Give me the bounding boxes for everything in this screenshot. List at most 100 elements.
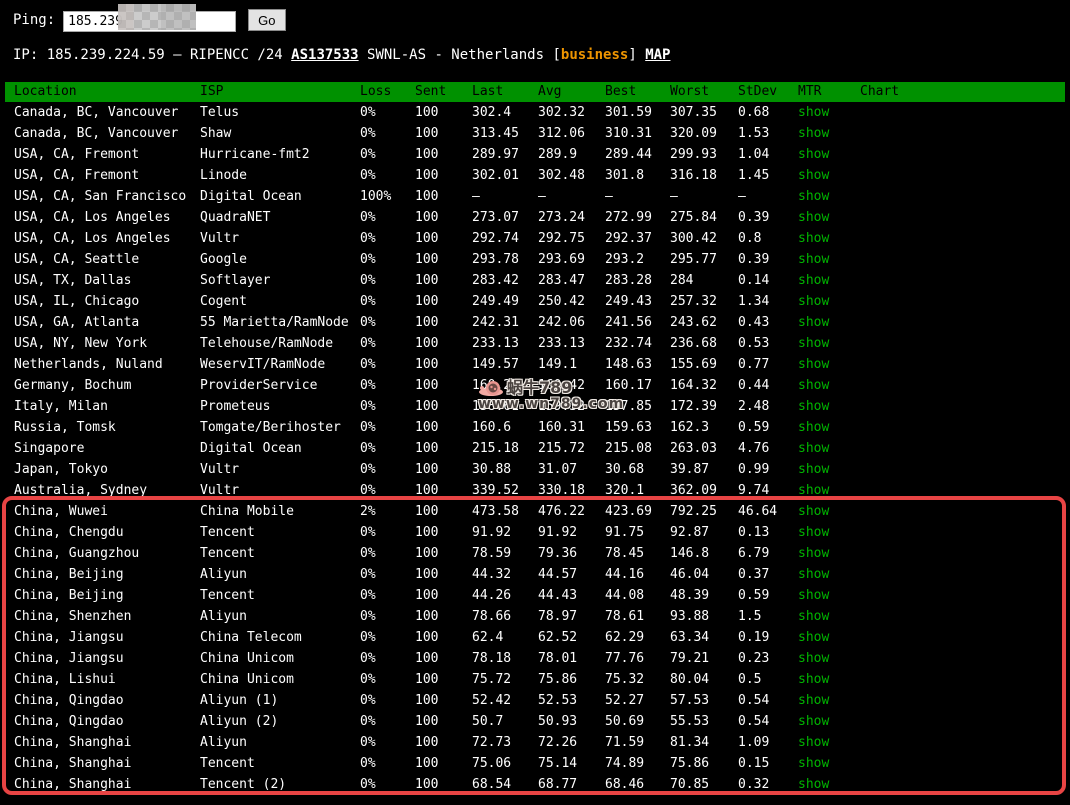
isp-cell: Aliyun (2) xyxy=(200,711,360,732)
last-cell: 75.72 xyxy=(472,669,538,690)
sent-cell: 100 xyxy=(415,585,472,606)
mtr-show-link[interactable]: show xyxy=(798,294,829,309)
isp-cell: Softlayer xyxy=(200,270,360,291)
mtr-show-link[interactable]: show xyxy=(798,525,829,540)
table-row: USA, CA, Seattle Google 0% 100 293.78 29… xyxy=(5,249,1065,270)
header-stdev: StDev xyxy=(738,82,798,102)
mtr-show-link[interactable]: show xyxy=(798,273,829,288)
location-cell: Japan, Tokyo xyxy=(14,459,200,480)
header-isp: ISP xyxy=(200,82,360,102)
mtr-show-link[interactable]: show xyxy=(798,504,829,519)
stdev-cell: 0.59 xyxy=(738,585,798,606)
avg-cell: 68.77 xyxy=(538,774,605,795)
mtr-show-link[interactable]: show xyxy=(798,441,829,456)
worst-cell: 81.34 xyxy=(670,732,738,753)
go-button[interactable]: Go xyxy=(248,9,285,31)
worst-cell: – xyxy=(670,186,738,207)
last-cell: 52.42 xyxy=(472,690,538,711)
table-row: China, Guangzhou Tencent 0% 100 78.59 79… xyxy=(5,543,1065,564)
asn-link[interactable]: AS137533 xyxy=(291,47,358,63)
mtr-show-link[interactable]: show xyxy=(798,672,829,687)
ip-text-middle: SWNL-AS - Netherlands [ xyxy=(359,47,561,63)
sent-cell: 100 xyxy=(415,543,472,564)
worst-cell: 48.39 xyxy=(670,585,738,606)
loss-cell: 0% xyxy=(360,207,415,228)
avg-cell: 302.32 xyxy=(538,102,605,123)
sent-cell: 100 xyxy=(415,312,472,333)
location-cell: USA, GA, Atlanta xyxy=(14,312,200,333)
location-cell: China, Shanghai xyxy=(14,732,200,753)
stdev-cell: 0.14 xyxy=(738,270,798,291)
location-cell: USA, CA, Seattle xyxy=(14,249,200,270)
stdev-cell: 0.77 xyxy=(738,354,798,375)
loss-cell: 0% xyxy=(360,480,415,501)
loss-cell: 0% xyxy=(360,144,415,165)
mtr-show-link[interactable]: show xyxy=(798,399,829,414)
mtr-show-link[interactable]: show xyxy=(798,609,829,624)
last-cell: 72.73 xyxy=(472,732,538,753)
mtr-show-link[interactable]: show xyxy=(798,630,829,645)
avg-cell: 160.31 xyxy=(538,417,605,438)
mtr-show-link[interactable]: show xyxy=(798,231,829,246)
best-cell: 241.56 xyxy=(605,312,670,333)
isp-cell: QuadraNET xyxy=(200,207,360,228)
mtr-show-link[interactable]: show xyxy=(798,147,829,162)
mtr-show-link[interactable]: show xyxy=(798,567,829,582)
mtr-show-link[interactable]: show xyxy=(798,189,829,204)
best-cell: 215.08 xyxy=(605,438,670,459)
stdev-cell: 4.76 xyxy=(738,438,798,459)
sent-cell: 100 xyxy=(415,144,472,165)
stdev-cell: 1.53 xyxy=(738,123,798,144)
mtr-show-link[interactable]: show xyxy=(798,210,829,225)
mtr-show-link[interactable]: show xyxy=(798,588,829,603)
worst-cell: 164.32 xyxy=(670,375,738,396)
worst-cell: 57.53 xyxy=(670,690,738,711)
location-cell: USA, CA, Fremont xyxy=(14,144,200,165)
mtr-show-link[interactable]: show xyxy=(798,546,829,561)
header-location: Location xyxy=(14,82,200,102)
watermark: 蜗牛789 www.wn789.com xyxy=(478,379,624,413)
mtr-show-link[interactable]: show xyxy=(798,126,829,141)
location-cell: Italy, Milan xyxy=(14,396,200,417)
isp-cell: Google xyxy=(200,249,360,270)
mtr-show-link[interactable]: show xyxy=(798,756,829,771)
avg-cell: 242.06 xyxy=(538,312,605,333)
mtr-show-link[interactable]: show xyxy=(798,357,829,372)
sent-cell: 100 xyxy=(415,207,472,228)
mtr-show-link[interactable]: show xyxy=(798,693,829,708)
mtr-show-link[interactable]: show xyxy=(798,714,829,729)
loss-cell: 0% xyxy=(360,585,415,606)
last-cell: 339.52 xyxy=(472,480,538,501)
mtr-show-link[interactable]: show xyxy=(798,651,829,666)
worst-cell: 46.04 xyxy=(670,564,738,585)
avg-cell: 283.47 xyxy=(538,270,605,291)
table-row: China, Chengdu Tencent 0% 100 91.92 91.9… xyxy=(5,522,1065,543)
worst-cell: 63.34 xyxy=(670,627,738,648)
best-cell: 74.89 xyxy=(605,753,670,774)
sent-cell: 100 xyxy=(415,711,472,732)
worst-cell: 39.87 xyxy=(670,459,738,480)
worst-cell: 257.32 xyxy=(670,291,738,312)
mtr-show-link[interactable]: show xyxy=(798,420,829,435)
loss-cell: 0% xyxy=(360,291,415,312)
mtr-show-link[interactable]: show xyxy=(798,378,829,393)
mtr-show-link[interactable]: show xyxy=(798,105,829,120)
avg-cell: 50.93 xyxy=(538,711,605,732)
loss-cell: 0% xyxy=(360,690,415,711)
mtr-show-link[interactable]: show xyxy=(798,483,829,498)
mtr-show-link[interactable]: show xyxy=(798,336,829,351)
mtr-show-link[interactable]: show xyxy=(798,168,829,183)
worst-cell: 792.25 xyxy=(670,501,738,522)
mtr-show-link[interactable]: show xyxy=(798,735,829,750)
mtr-show-link[interactable]: show xyxy=(798,252,829,267)
isp-cell: Tencent (2) xyxy=(200,774,360,795)
sent-cell: 100 xyxy=(415,480,472,501)
mtr-show-link[interactable]: show xyxy=(798,315,829,330)
stdev-cell: 9.74 xyxy=(738,480,798,501)
avg-cell: 476.22 xyxy=(538,501,605,522)
location-cell: USA, CA, Los Angeles xyxy=(14,207,200,228)
mtr-show-link[interactable]: show xyxy=(798,777,829,792)
mtr-show-link[interactable]: show xyxy=(798,462,829,477)
map-link[interactable]: MAP xyxy=(645,47,670,63)
stdev-cell: 0.39 xyxy=(738,249,798,270)
